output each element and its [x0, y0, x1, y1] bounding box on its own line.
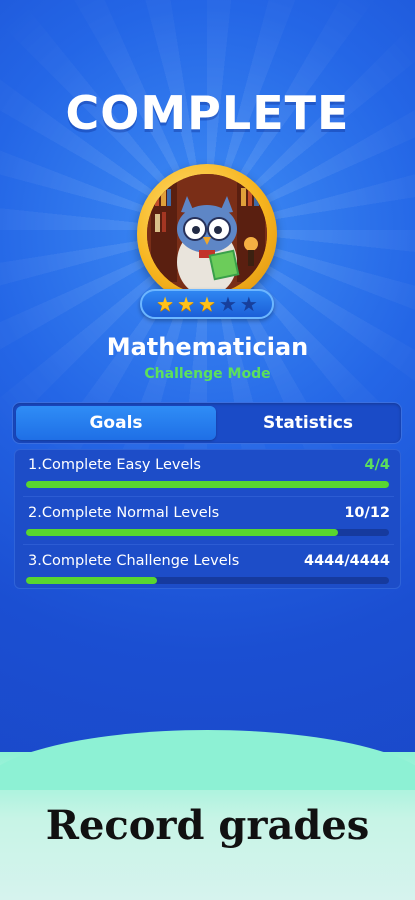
tab-bar: Goals Statistics [12, 402, 402, 444]
star-icon: ★ [198, 292, 216, 316]
divider [23, 496, 394, 497]
owl-scholar-icon [147, 174, 267, 294]
goal-label: 3.Complete Challenge Levels [28, 553, 240, 569]
list-item: 1.Complete Easy Levels 4/4 [15, 451, 402, 497]
star-rating: ★ ★ ★ ★ ★ [140, 289, 274, 319]
page-title: COMPLETE [65, 86, 350, 140]
progress-fill [26, 529, 339, 536]
progress-track [26, 577, 389, 584]
goal-label: 2.Complete Normal Levels [28, 505, 220, 521]
progress-track [26, 481, 389, 488]
owl-avatar [147, 174, 267, 294]
achievement-name: Mathematician [106, 333, 309, 361]
progress-fill [26, 577, 157, 584]
tab-statistics[interactable]: Statistics [216, 406, 400, 440]
progress-fill [26, 481, 389, 488]
goal-value: 10/12 [344, 505, 390, 521]
star-icon: ★ [218, 292, 237, 316]
star-icon: ★ [177, 292, 196, 316]
goal-value: 4/4 [364, 457, 390, 473]
star-icon: ★ [156, 292, 175, 316]
list-item: 2.Complete Normal Levels 10/12 [15, 499, 402, 545]
star-icon: ★ [239, 292, 258, 316]
achievement-mode: Challenge Mode [144, 366, 271, 382]
footer-caption: Record grades [45, 802, 370, 849]
progress-track [26, 529, 389, 536]
divider [23, 544, 394, 545]
goal-label: 1.Complete Easy Levels [28, 457, 201, 473]
tab-goals[interactable]: Goals [16, 406, 216, 440]
list-item: 3.Complete Challenge Levels 4444/4444 [15, 547, 402, 593]
goal-value: 4444/4444 [303, 553, 390, 569]
achievement-medal [137, 164, 277, 304]
goals-list: 1.Complete Easy Levels 4/4 2.Complete No… [14, 449, 401, 589]
